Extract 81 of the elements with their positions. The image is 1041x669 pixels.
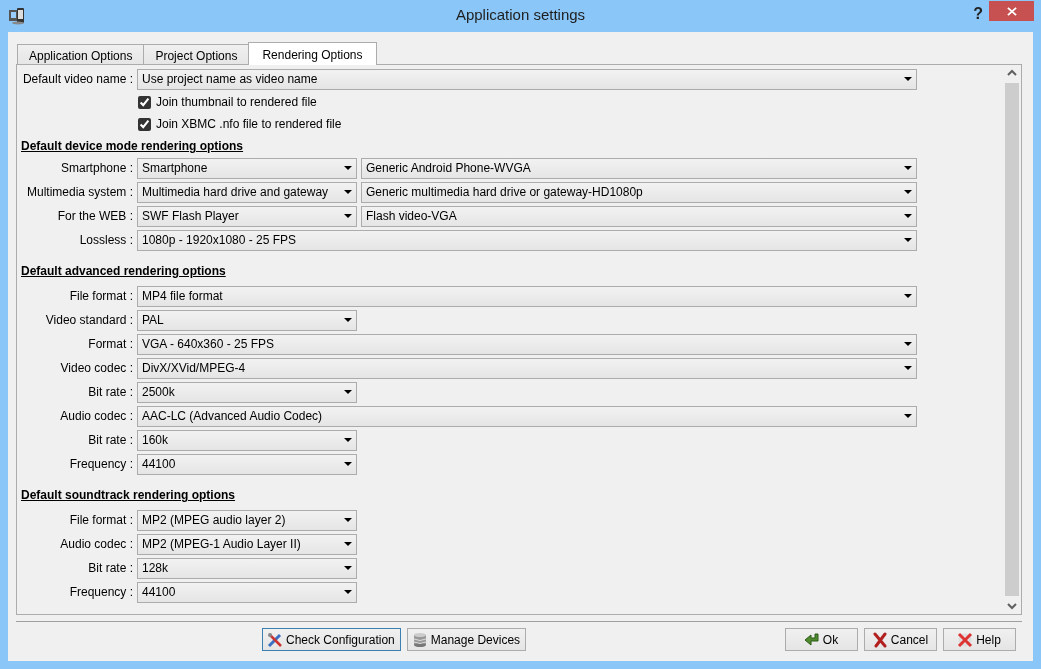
checkbox[interactable] [138, 95, 151, 109]
help-button[interactable]: ? [973, 2, 983, 26]
caret-icon [904, 238, 912, 242]
close-icon [1006, 6, 1017, 16]
button[interactable]: Cancel [864, 628, 937, 651]
caret-icon [344, 390, 352, 394]
section-heading: Default advanced rendering options [21, 263, 227, 280]
dropdown[interactable]: MP2 (MPEG-1 Audio Layer II) [137, 533, 357, 555]
dropdown[interactable]: 44100 [137, 453, 357, 475]
field-label: Audio codec : [59, 536, 133, 553]
caret-icon [344, 566, 352, 570]
field-label: File format : [68, 512, 133, 529]
dropdown[interactable]: MP2 (MPEG audio layer 2) [137, 509, 357, 531]
dropdown[interactable]: Smartphone [137, 157, 357, 179]
field-label: Frequency : [68, 584, 133, 601]
field-label: Video standard : [44, 312, 133, 329]
dropdown[interactable]: Multimedia hard drive and gateway [137, 181, 357, 203]
window-title: Application settings [455, 6, 586, 23]
field-label: Lossless : [78, 232, 133, 249]
caret-icon [904, 366, 912, 370]
dropdown[interactable]: Flash video-VGA [361, 205, 917, 227]
dropdown[interactable]: VGA - 640x360 - 25 FPS [137, 333, 917, 355]
section-heading: Default soundtrack rendering options [21, 487, 237, 504]
app-icon [8, 6, 26, 25]
caret-icon [904, 214, 912, 218]
button[interactable]: Ok [785, 628, 858, 651]
field-label: Bit rate : [87, 384, 133, 401]
dropdown[interactable]: 160k [137, 429, 357, 451]
cross-icon [871, 631, 888, 648]
dropdown[interactable]: Generic Android Phone-WVGA [361, 157, 917, 179]
checkbox[interactable] [138, 117, 151, 131]
caret-icon [344, 318, 352, 322]
caret-icon [344, 462, 352, 466]
caret-icon [344, 542, 352, 546]
field-label: Bit rate : [87, 560, 133, 577]
dropdown[interactable]: MP4 file format [137, 285, 917, 307]
dropdown[interactable]: SWF Flash Player [137, 205, 357, 227]
dropdown[interactable]: DivX/XVid/MPEG-4 [137, 357, 917, 379]
field-label: Video codec : [59, 360, 133, 377]
caret-icon [344, 190, 352, 194]
button[interactable]: Manage Devices [406, 628, 527, 651]
dropdown[interactable]: 44100 [137, 581, 357, 603]
caret-icon [344, 214, 352, 218]
caret-icon [344, 590, 352, 594]
database-icon [411, 631, 428, 648]
dropdown[interactable]: Generic multimedia hard drive or gateway-HD1080p [361, 181, 917, 203]
tools-icon [267, 631, 283, 648]
tab[interactable]: Project Options [143, 44, 250, 65]
dropdown[interactable]: Use project name as video name [137, 68, 917, 90]
checkbox-label: Join thumbnail to rendered file [156, 94, 317, 111]
caret-icon [344, 166, 352, 170]
caret-icon [904, 166, 912, 170]
dropdown[interactable]: AAC-LC (Advanced Audio Codec) [137, 405, 917, 427]
field-label: Smartphone : [59, 160, 133, 177]
dropdown[interactable]: 128k [137, 557, 357, 579]
field-label: Bit rate : [87, 432, 133, 449]
field-label: Format : [87, 336, 133, 353]
close-button[interactable] [989, 1, 1034, 21]
caret-icon [904, 414, 912, 418]
field-label: Frequency : [68, 456, 133, 473]
button[interactable]: Help [943, 628, 1016, 651]
arrow-icon [803, 631, 820, 648]
field-label: Multimedia system : [25, 184, 133, 201]
caret-icon [344, 518, 352, 522]
section-heading: Default device mode rendering options [21, 138, 245, 155]
field-label: Default video name : [21, 71, 133, 88]
caret-icon [904, 294, 912, 298]
dropdown[interactable]: 2500k [137, 381, 357, 403]
caret-icon [344, 438, 352, 442]
caret-icon [904, 77, 912, 81]
scrollbar[interactable] [1004, 66, 1020, 613]
field-label: For the WEB : [56, 208, 133, 225]
dropdown[interactable]: PAL [137, 309, 357, 331]
button[interactable]: Check Configuration [262, 628, 401, 651]
tab[interactable]: Rendering Options [248, 42, 377, 65]
caret-icon [904, 342, 912, 346]
field-label: Audio codec : [59, 408, 133, 425]
dropdown[interactable]: 1080p - 1920x1080 - 25 FPS [137, 229, 917, 251]
caret-icon [904, 190, 912, 194]
field-label: File format : [68, 288, 133, 305]
checkbox-label: Join XBMC .nfo file to rendered file [156, 116, 342, 133]
